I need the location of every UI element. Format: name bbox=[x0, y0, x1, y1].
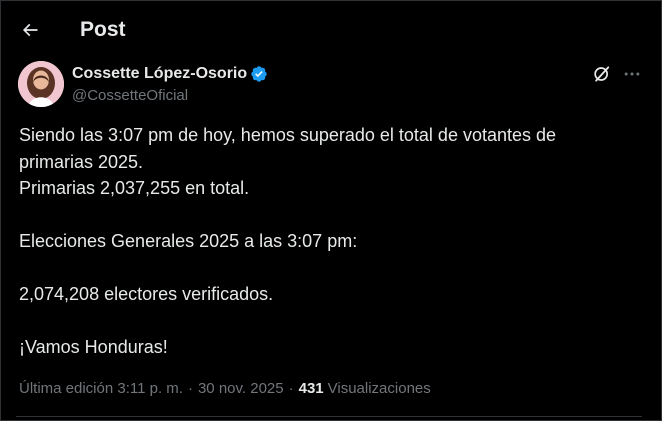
tweet-line: Elecciones Generales 2025 a las 3:07 pm: bbox=[19, 231, 358, 251]
author-name[interactable]: Cossette López-Osorio bbox=[72, 65, 247, 83]
verified-badge-icon[interactable] bbox=[250, 65, 268, 83]
avatar[interactable] bbox=[18, 61, 64, 107]
tweet-line: ¡Vamos Honduras! bbox=[19, 337, 168, 357]
tweet-line: 2,074,208 electores verificados. bbox=[19, 284, 274, 304]
edited-timestamp-link[interactable]: Última edición 3:11 p. m. bbox=[19, 380, 183, 397]
arrow-left-icon bbox=[22, 23, 38, 37]
more-horizontal-icon bbox=[624, 72, 640, 76]
views-label: Visualizaciones bbox=[327, 379, 431, 397]
tweet-line bbox=[19, 308, 639, 335]
tweet-line bbox=[19, 202, 639, 229]
tweet-line: Siendo las 3:07 pm de hoy, hemos superad… bbox=[19, 125, 557, 145]
tweet-meta: Última edición 3:11 p. m. · 30 nov. 2025… bbox=[19, 377, 431, 399]
back-button[interactable] bbox=[12, 12, 48, 48]
tweet-line: Primarias 2,037,255 en total. bbox=[19, 178, 250, 198]
views-count: 431 bbox=[298, 379, 324, 397]
avatar-image bbox=[18, 61, 64, 107]
meta-separator: · bbox=[187, 379, 193, 397]
tweet-text: Siendo las 3:07 pm de hoy, hemos superad… bbox=[19, 122, 639, 361]
author-block: Cossette López-Osorio @CossetteOficial bbox=[72, 63, 268, 104]
post-date-link[interactable]: 30 nov. 2025 bbox=[198, 380, 284, 397]
author-handle[interactable]: @CossetteOficial bbox=[72, 87, 268, 104]
tweet-line: primarias 2025. bbox=[19, 151, 144, 172]
grok-button[interactable] bbox=[590, 62, 614, 86]
grok-icon bbox=[594, 66, 610, 82]
tweet-line bbox=[19, 255, 639, 282]
header: Post bbox=[0, 0, 662, 60]
more-options-button[interactable] bbox=[620, 62, 644, 86]
meta-separator: · bbox=[288, 379, 294, 397]
author-name-row: Cossette López-Osorio bbox=[72, 63, 268, 85]
divider bbox=[16, 416, 642, 417]
page-title: Post bbox=[80, 18, 126, 41]
